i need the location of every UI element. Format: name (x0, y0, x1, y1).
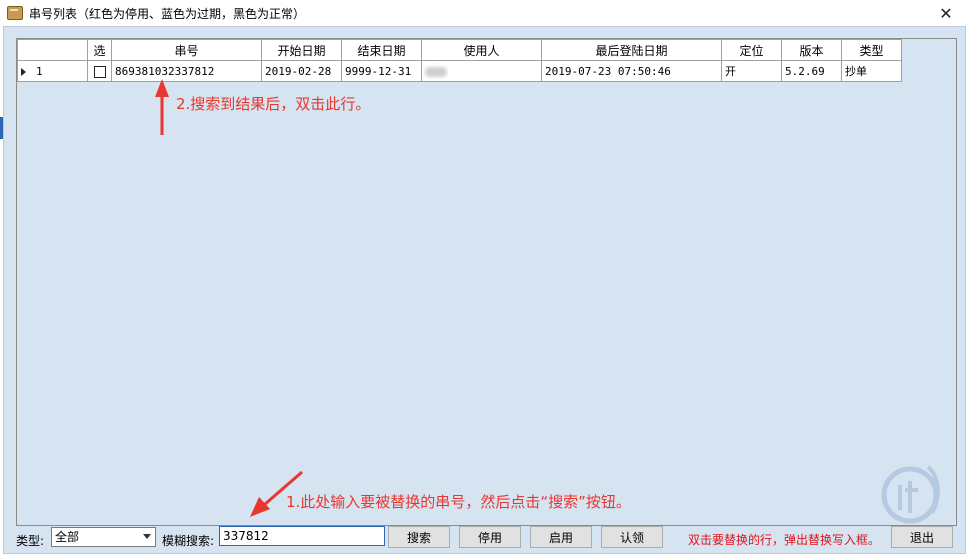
app-box-icon (7, 6, 23, 20)
chevron-down-icon (143, 534, 151, 539)
arrow-up-head-icon (155, 79, 169, 97)
watermark-logo-icon (881, 465, 940, 524)
enable-button[interactable]: 启用 (530, 526, 592, 548)
search-input[interactable] (219, 526, 385, 546)
hint-text: 双击要替换的行，弹出替换写入框。 (688, 533, 881, 547)
claim-button[interactable]: 认领 (601, 526, 663, 548)
type-select-value: 全部 (55, 530, 80, 544)
search-label: 模糊搜索: (162, 534, 215, 548)
annotation-arrows (155, 79, 303, 517)
bottom-toolbar: 类型: 全部 模糊搜索: 搜索 停用 启用 认领 双击要替换的行，弹出替换写入框… (4, 524, 965, 552)
disable-button[interactable]: 停用 (459, 526, 521, 548)
type-select[interactable]: 全部 (51, 527, 156, 547)
annotation-step2: 2.搜索到结果后，双击此行。 (176, 95, 371, 113)
search-button[interactable]: 搜索 (388, 526, 450, 548)
window-client: 选 串号 开始日期 结束日期 使用人 最后登陆日期 定位 版本 类型 1 869… (3, 26, 966, 554)
title-bar: 串号列表（红色为停用、蓝色为过期，黑色为正常） ✕ (0, 0, 969, 26)
window-title: 串号列表（红色为停用、蓝色为过期，黑色为正常） (29, 6, 306, 21)
type-label: 类型: (16, 534, 45, 548)
arrow-down-left-head-icon (250, 497, 270, 517)
annotation-step1: 1.此处输入要被替换的串号，然后点击“搜索”按钮。 (286, 493, 631, 511)
close-button[interactable]: ✕ (923, 0, 969, 26)
